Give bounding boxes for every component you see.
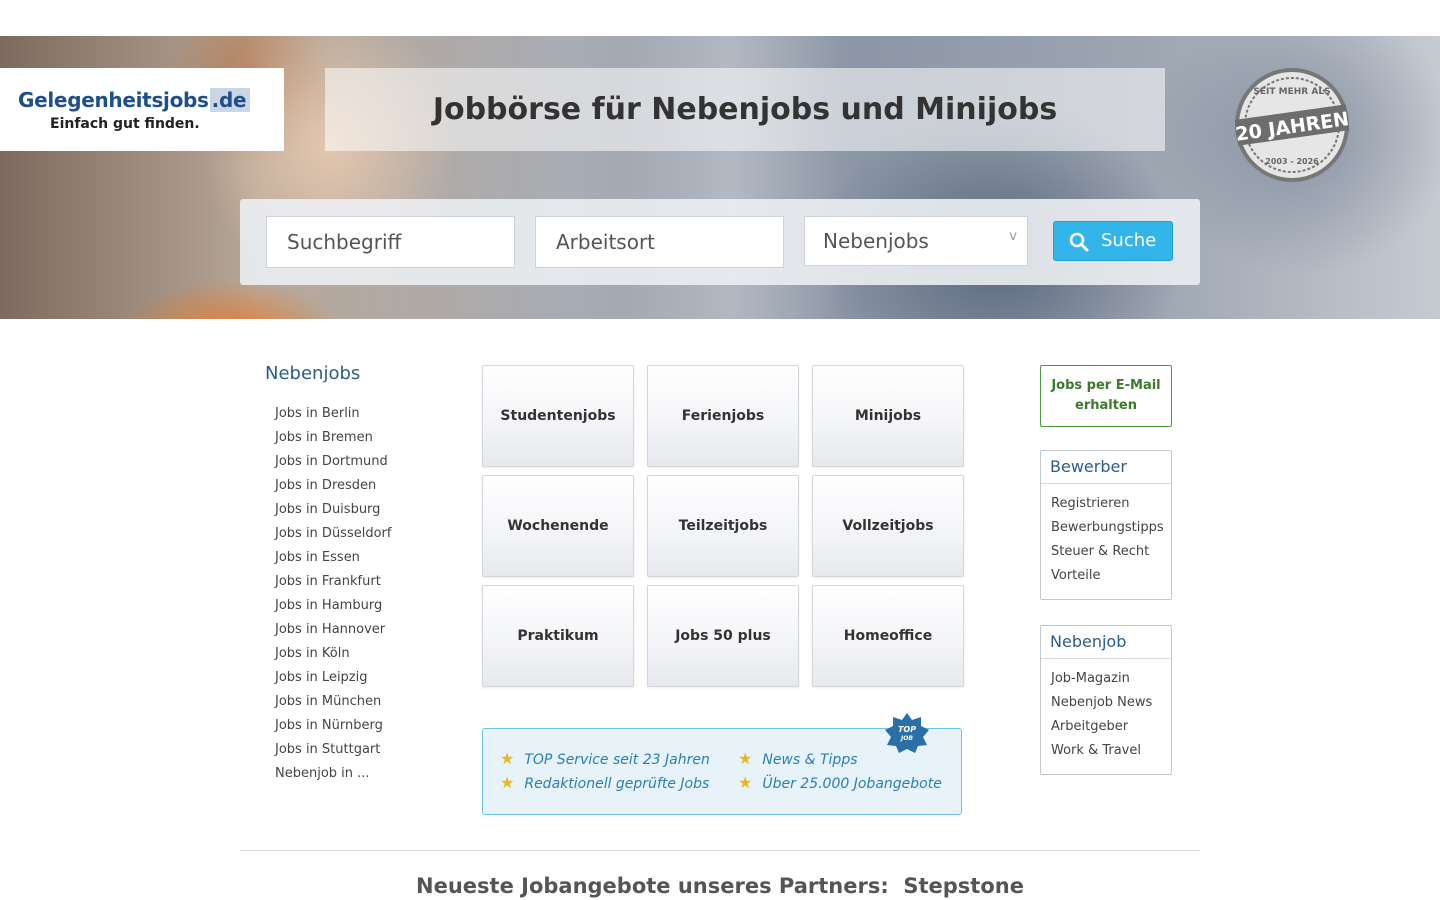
search-keyword-input[interactable]: Suchbegriff (266, 216, 515, 268)
nebenjob-link[interactable]: Arbeitgeber (1051, 716, 1171, 740)
tile-wochenende[interactable]: Wochenende (482, 475, 634, 577)
bewerber-link[interactable]: Vorteile (1051, 565, 1171, 589)
city-link[interactable]: Jobs in Essen (275, 547, 391, 571)
city-link[interactable]: Jobs in Hannover (275, 619, 391, 643)
category-select[interactable]: Nebenjobs v (804, 216, 1028, 266)
star-icon: ★ (500, 773, 515, 792)
city-link[interactable]: Jobs in Bremen (275, 427, 391, 451)
star-icon: ★ (738, 773, 753, 792)
city-link[interactable]: Jobs in Frankfurt (275, 571, 391, 595)
page-title: Jobbörse für Nebenjobs und Minijobs (432, 92, 1058, 127)
city-link[interactable]: Jobs in Düsseldorf (275, 523, 391, 547)
logo-main-text: Gelegenheitsjobs (18, 88, 209, 112)
tile-jobs-50-plus[interactable]: Jobs 50 plus (647, 585, 799, 687)
city-link[interactable]: Jobs in Nürnberg (275, 715, 391, 739)
city-link[interactable]: Jobs in Köln (275, 643, 391, 667)
promo-item: ★ Über 25.000 Jobangebote (738, 773, 942, 792)
city-link[interactable]: Jobs in Dortmund (275, 451, 391, 475)
bewerber-link[interactable]: Bewerbungstipps (1051, 517, 1171, 541)
search-location-input[interactable]: Arbeitsort (535, 216, 784, 268)
tile-praktikum[interactable]: Praktikum (482, 585, 634, 687)
bewerber-link[interactable]: Registrieren (1051, 493, 1171, 517)
top-job-badge-text-2: JOB (900, 735, 913, 742)
site-logo[interactable]: Gelegenheitsjobs .de (18, 88, 251, 112)
star-icon: ★ (738, 749, 753, 768)
nebenjob-title: Nebenjob (1041, 626, 1171, 659)
badge-top-text: SEIT MEHR ALS (1253, 87, 1330, 97)
promo-text: Über 25.000 Jobangebote (762, 776, 942, 792)
search-button[interactable]: Suche (1053, 221, 1173, 261)
partner-section-title: Neueste Jobangebote unseres Partners: St… (416, 874, 1024, 898)
city-link[interactable]: Jobs in Stuttgart (275, 739, 391, 763)
city-link[interactable]: Jobs in Duisburg (275, 499, 391, 523)
city-link-more[interactable]: Nebenjob in ... (275, 763, 391, 787)
tile-studentenjobs[interactable]: Studentenjobs (482, 365, 634, 467)
promo-text: News & Tipps (762, 752, 858, 768)
nebenjob-link[interactable]: Job-Magazin (1051, 668, 1171, 692)
search-icon (1069, 232, 1089, 252)
badge-bottom-text: 2003 - 2026 (1265, 157, 1319, 166)
bewerber-box: Bewerber Registrieren Bewerbungstipps St… (1040, 450, 1172, 600)
nebenjob-link[interactable]: Nebenjob News (1051, 692, 1171, 716)
tile-ferienjobs[interactable]: Ferienjobs (647, 365, 799, 467)
promo-text: TOP Service seit 23 Jahren (524, 752, 710, 768)
job-email-button[interactable]: Jobs per E-Mail erhalten (1040, 365, 1172, 427)
logo-tagline: Einfach gut finden. (50, 116, 200, 132)
top-job-badge-text-1: TOP (898, 725, 916, 734)
tile-minijobs[interactable]: Minijobs (812, 365, 964, 467)
chevron-down-icon: v (1009, 229, 1017, 244)
promo-text: Redaktionell geprüfte Jobs (524, 776, 710, 792)
city-list: Jobs in Berlin Jobs in Bremen Jobs in Do… (275, 403, 391, 787)
promo-item: ★ News & Tipps (738, 749, 858, 768)
promo-item: ★ Redaktionell geprüfte Jobs (500, 773, 709, 792)
nebenjob-link[interactable]: Work & Travel (1051, 740, 1171, 764)
city-link[interactable]: Jobs in Leipzig (275, 667, 391, 691)
promo-item: ★ TOP Service seit 23 Jahren (500, 749, 710, 768)
city-link[interactable]: Jobs in Berlin (275, 403, 391, 427)
logo-tld: .de (209, 88, 251, 112)
category-select-value: Nebenjobs (823, 229, 929, 253)
nebenjob-box: Nebenjob Job-Magazin Nebenjob News Arbei… (1040, 625, 1172, 775)
city-link[interactable]: Jobs in München (275, 691, 391, 715)
top-job-badge-icon: TOP JOB (885, 713, 929, 753)
section-divider (240, 850, 1200, 851)
search-button-label: Suche (1101, 230, 1157, 251)
tile-teilzeitjobs[interactable]: Teilzeitjobs (647, 475, 799, 577)
bewerber-title: Bewerber (1041, 451, 1171, 484)
city-link[interactable]: Jobs in Dresden (275, 475, 391, 499)
city-link[interactable]: Jobs in Hamburg (275, 595, 391, 619)
star-icon: ★ (500, 749, 515, 768)
bewerber-link[interactable]: Steuer & Recht (1051, 541, 1171, 565)
tile-homeoffice[interactable]: Homeoffice (812, 585, 964, 687)
left-nav-title[interactable]: Nebenjobs (265, 363, 360, 384)
anniversary-badge: SEIT MEHR ALS 20 JAHREN 2003 - 2026 (1234, 68, 1350, 182)
tile-vollzeitjobs[interactable]: Vollzeitjobs (812, 475, 964, 577)
